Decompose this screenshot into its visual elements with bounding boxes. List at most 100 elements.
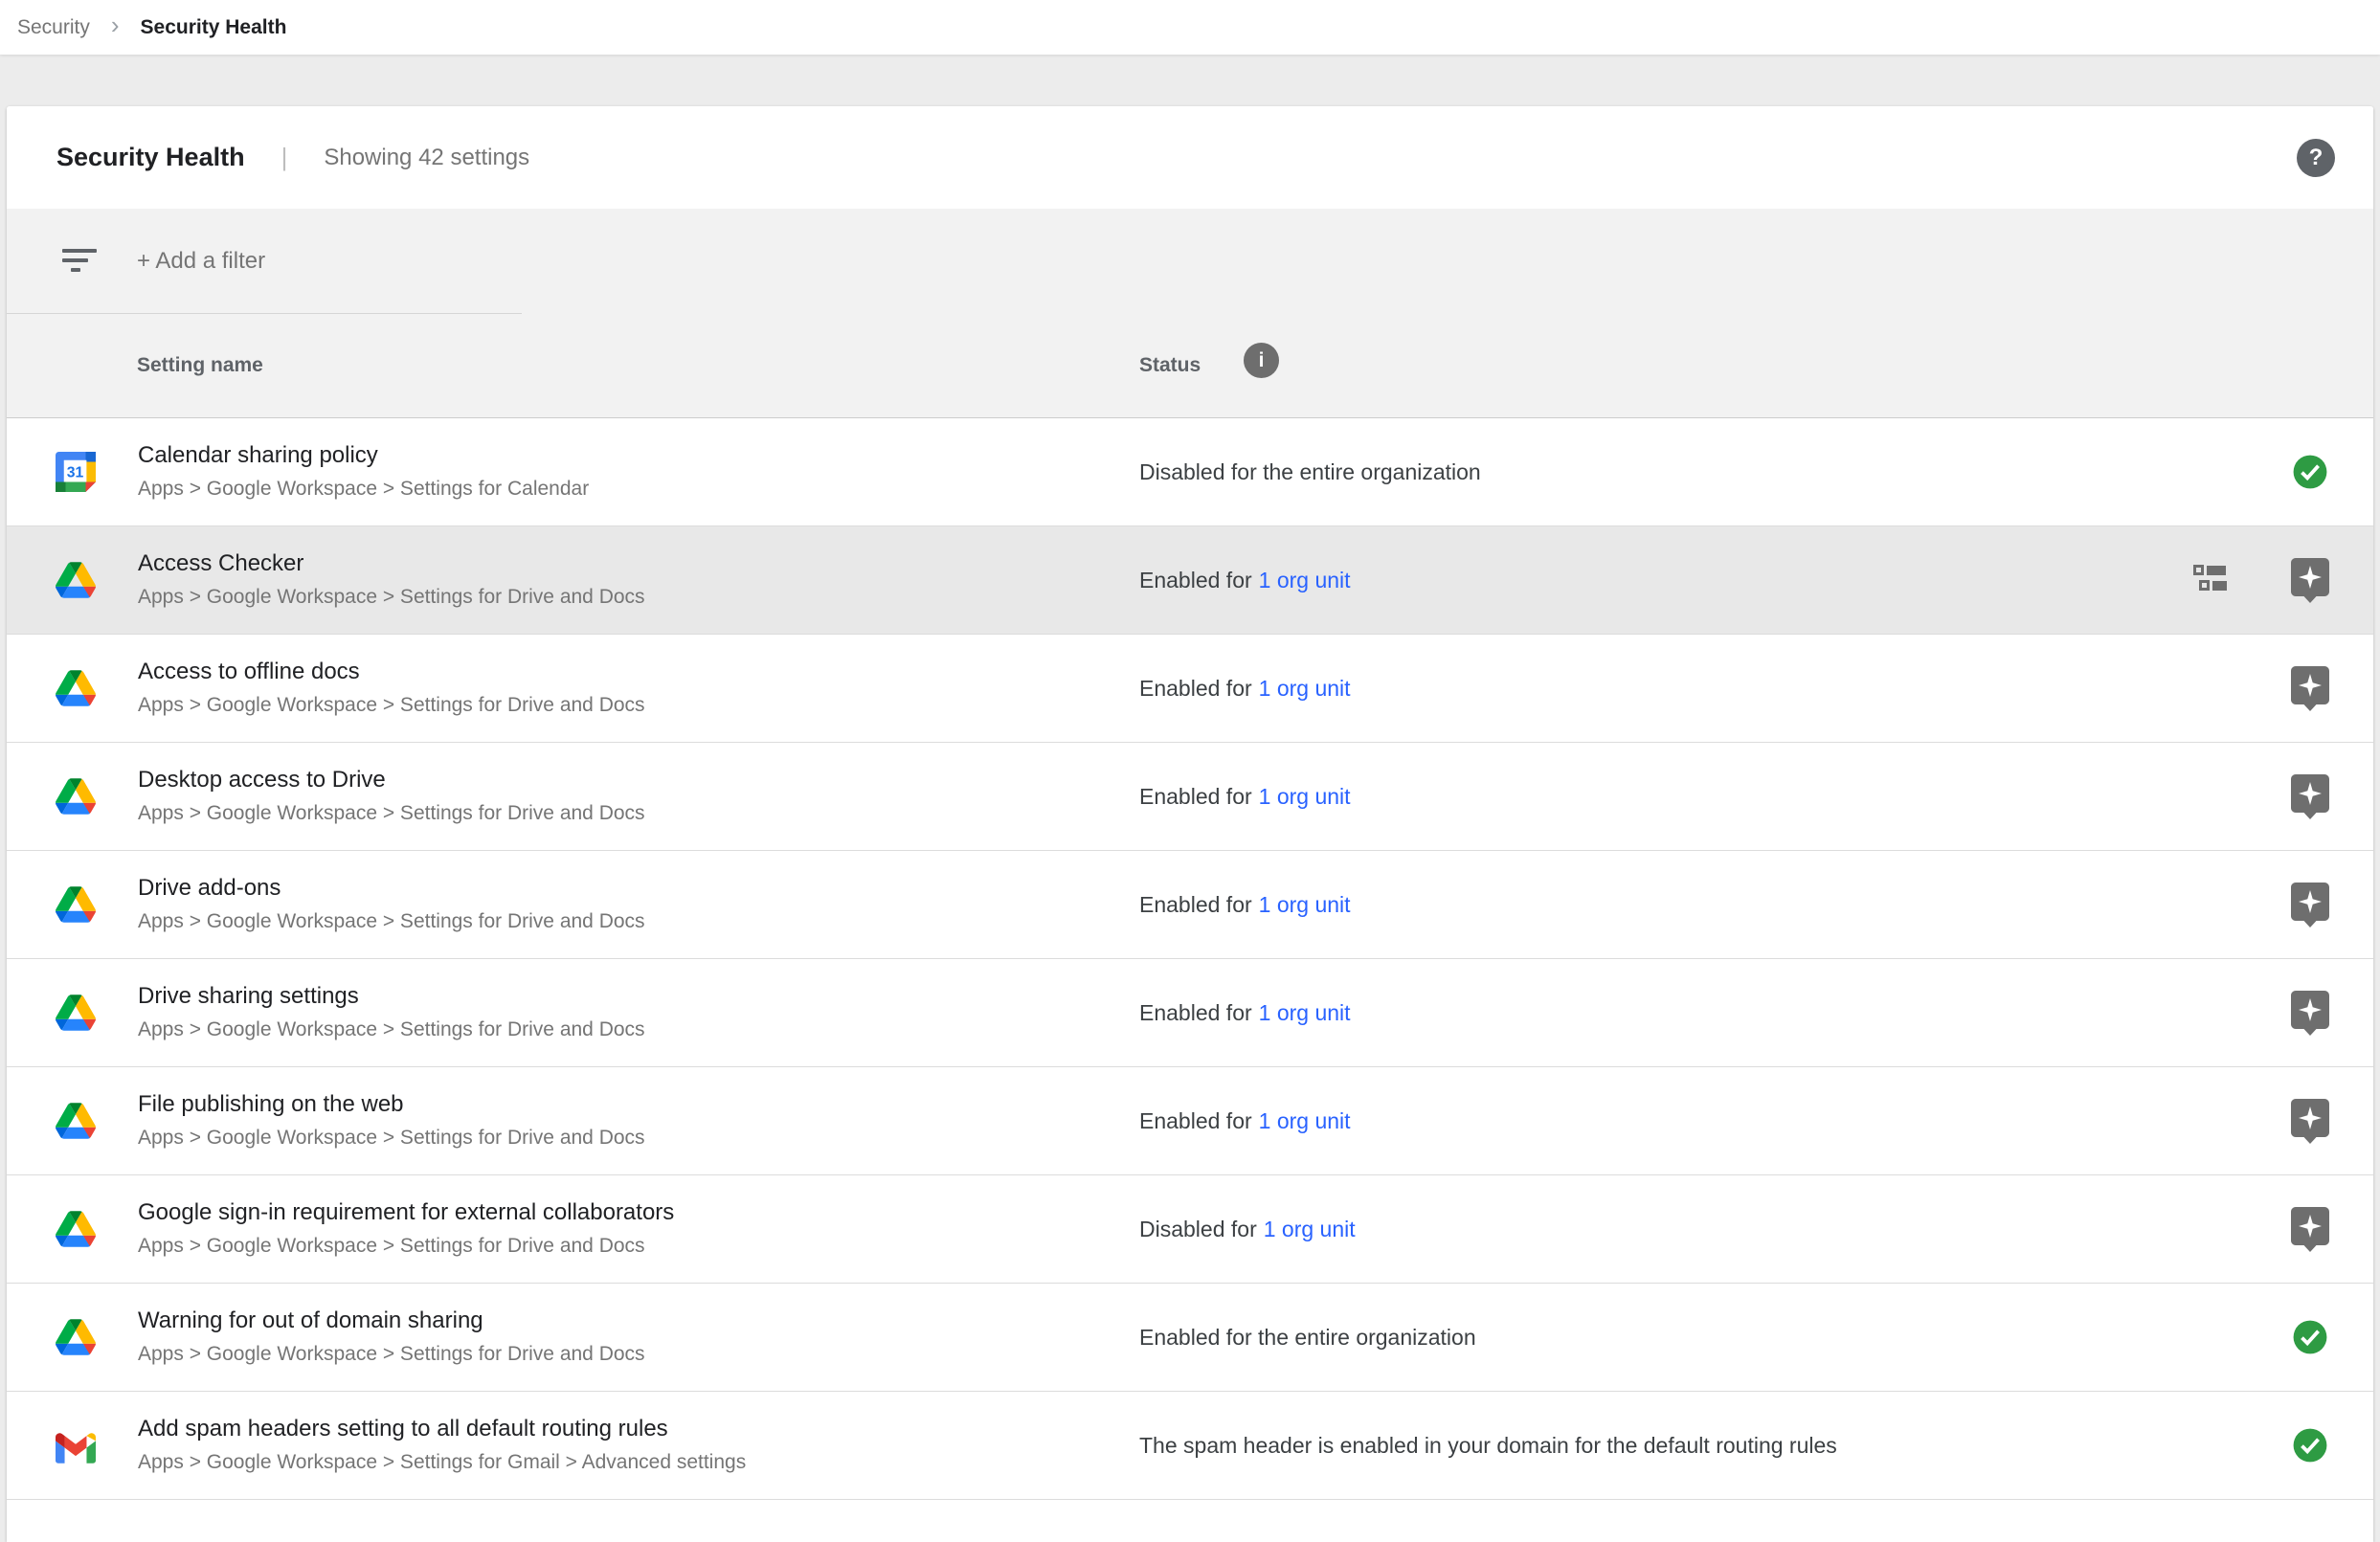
breadcrumb: Security › Security Health xyxy=(0,0,2380,55)
status-cell: Enabled for 1 org unit xyxy=(1139,959,1351,1066)
status-text: Disabled for xyxy=(1139,1217,1257,1242)
trailing-icon-slot xyxy=(2287,1175,2333,1283)
status-cell: Enabled for 1 org unit xyxy=(1139,526,1351,634)
setting-path: Apps > Google Workspace > Settings for G… xyxy=(138,1446,746,1478)
table-row[interactable]: File publishing on the web Apps > Google… xyxy=(7,1067,2373,1175)
recommendation-badge-icon[interactable] xyxy=(2291,774,2329,819)
page-title: Security Health xyxy=(56,143,245,172)
table-row[interactable]: Add spam headers setting to all default … xyxy=(7,1392,2373,1500)
status-cell: Enabled for the entire organization xyxy=(1139,1284,1476,1391)
google-calendar-icon: 31 xyxy=(56,452,96,492)
table-row[interactable]: 31 Calendar sharing policy Apps > Google… xyxy=(7,418,2373,526)
google-drive-icon xyxy=(56,884,96,925)
table-row[interactable]: Warning for out of domain sharing Apps >… xyxy=(7,1284,2373,1392)
status-text: Enabled for xyxy=(1139,784,1252,810)
google-drive-icon xyxy=(56,1317,96,1357)
org-unit-link[interactable]: 1 org unit xyxy=(1264,1217,1356,1242)
app-icon-slot xyxy=(56,560,96,600)
status-cell: Enabled for 1 org unit xyxy=(1139,851,1351,958)
status-text: Enabled for xyxy=(1139,676,1252,702)
column-header-status: Status xyxy=(1139,354,1201,377)
recommendation-badge-icon[interactable] xyxy=(2291,666,2329,711)
app-icon-slot xyxy=(56,1317,96,1357)
gmail-icon xyxy=(56,1428,96,1468)
org-unit-link[interactable]: 1 org unit xyxy=(1259,1108,1351,1134)
app-icon-slot xyxy=(56,993,96,1033)
app-icon-slot: 31 xyxy=(56,452,96,492)
table-row[interactable]: Desktop access to Drive Apps > Google Wo… xyxy=(7,743,2373,851)
filter-bar: + Add a filter xyxy=(7,209,2373,314)
status-text: Enabled for xyxy=(1139,892,1252,918)
column-header-setting-name: Setting name xyxy=(137,354,263,377)
setting-text: Desktop access to Drive Apps > Google Wo… xyxy=(138,763,645,829)
recommendation-badge-icon[interactable] xyxy=(2291,883,2329,927)
add-filter-button[interactable]: + Add a filter xyxy=(137,248,265,275)
trailing-icon-slot xyxy=(2287,743,2333,850)
status-text: Enabled for the entire organization xyxy=(1139,1325,1476,1351)
status-info-icon[interactable]: i xyxy=(1244,343,1279,378)
breadcrumb-parent-security[interactable]: Security xyxy=(17,16,90,39)
google-drive-icon xyxy=(56,560,96,600)
table-row[interactable]: Drive sharing settings Apps > Google Wor… xyxy=(7,959,2373,1067)
setting-path: Apps > Google Workspace > Settings for D… xyxy=(138,905,645,937)
recommendation-badge-icon[interactable] xyxy=(2291,1207,2329,1252)
filter-icon[interactable] xyxy=(62,249,97,274)
setting-path: Apps > Google Workspace > Settings for D… xyxy=(138,1014,645,1045)
setting-text: Drive sharing settings Apps > Google Wor… xyxy=(138,979,645,1045)
trailing-icon-slot xyxy=(2287,959,2333,1066)
setting-path: Apps > Google Workspace > Settings for D… xyxy=(138,689,645,721)
status-cell: Enabled for 1 org unit xyxy=(1139,1067,1351,1174)
status-text: Enabled for xyxy=(1139,1000,1252,1026)
setting-path: Apps > Google Workspace > Settings for C… xyxy=(138,473,589,504)
status-cell: Enabled for 1 org unit xyxy=(1139,635,1351,742)
setting-name: Add spam headers setting to all default … xyxy=(138,1412,746,1446)
setting-name: Access Checker xyxy=(138,547,645,581)
status-cell: Disabled for the entire organization xyxy=(1139,418,1481,525)
google-drive-icon xyxy=(56,1101,96,1141)
org-units-icon xyxy=(2193,564,2228,592)
trailing-icon-slot xyxy=(2287,1067,2333,1174)
table-row[interactable]: Google sign-in requirement for external … xyxy=(7,1175,2373,1284)
status-text: Enabled for xyxy=(1139,568,1252,593)
org-unit-link[interactable]: 1 org unit xyxy=(1259,784,1351,810)
org-unit-link[interactable]: 1 org unit xyxy=(1259,568,1351,593)
google-drive-icon xyxy=(56,776,96,816)
org-unit-link[interactable]: 1 org unit xyxy=(1259,1000,1351,1026)
setting-path: Apps > Google Workspace > Settings for D… xyxy=(138,1338,645,1370)
app-icon-slot xyxy=(56,1209,96,1249)
table-row[interactable]: Access Checker Apps > Google Workspace >… xyxy=(7,526,2373,635)
org-unit-link[interactable]: 1 org unit xyxy=(1259,676,1351,702)
setting-name: Desktop access to Drive xyxy=(138,763,645,797)
org-unit-link[interactable]: 1 org unit xyxy=(1259,892,1351,918)
recommendation-badge-icon[interactable] xyxy=(2291,1099,2329,1144)
setting-text: File publishing on the web Apps > Google… xyxy=(138,1087,645,1153)
status-text: Enabled for xyxy=(1139,1108,1252,1134)
app-icon-slot xyxy=(56,1425,96,1465)
setting-name: Access to offline docs xyxy=(138,655,645,689)
setting-text: Add spam headers setting to all default … xyxy=(138,1412,746,1478)
trailing-icon-slot xyxy=(2287,1392,2333,1499)
setting-name: Drive add-ons xyxy=(138,871,645,905)
setting-text: Access Checker Apps > Google Workspace >… xyxy=(138,547,645,613)
svg-text:31: 31 xyxy=(67,464,84,480)
status-cell: Enabled for 1 org unit xyxy=(1139,743,1351,850)
app-icon-slot xyxy=(56,884,96,925)
status-text: Disabled for the entire organization xyxy=(1139,459,1481,485)
setting-path: Apps > Google Workspace > Settings for D… xyxy=(138,581,645,613)
table-row[interactable]: Drive add-ons Apps > Google Workspace > … xyxy=(7,851,2373,959)
setting-name: File publishing on the web xyxy=(138,1087,645,1122)
check-circle-icon xyxy=(2292,1427,2328,1464)
recommendation-badge-icon[interactable] xyxy=(2291,991,2329,1036)
google-drive-icon xyxy=(56,1209,96,1249)
recommendation-badge-icon[interactable] xyxy=(2291,558,2329,603)
settings-count: Showing 42 settings xyxy=(324,145,529,171)
trailing-icon-slot xyxy=(2287,526,2333,634)
trailing-icon-slot xyxy=(2287,418,2333,525)
table-row[interactable]: Access to offline docs Apps > Google Wor… xyxy=(7,635,2373,743)
trailing-icon-slot xyxy=(2287,1284,2333,1391)
help-icon[interactable]: ? xyxy=(2297,139,2335,177)
settings-list: 31 Calendar sharing policy Apps > Google… xyxy=(7,418,2373,1500)
setting-path: Apps > Google Workspace > Settings for D… xyxy=(138,797,645,829)
breadcrumb-chevron-icon: › xyxy=(111,11,120,40)
google-drive-icon xyxy=(56,668,96,708)
